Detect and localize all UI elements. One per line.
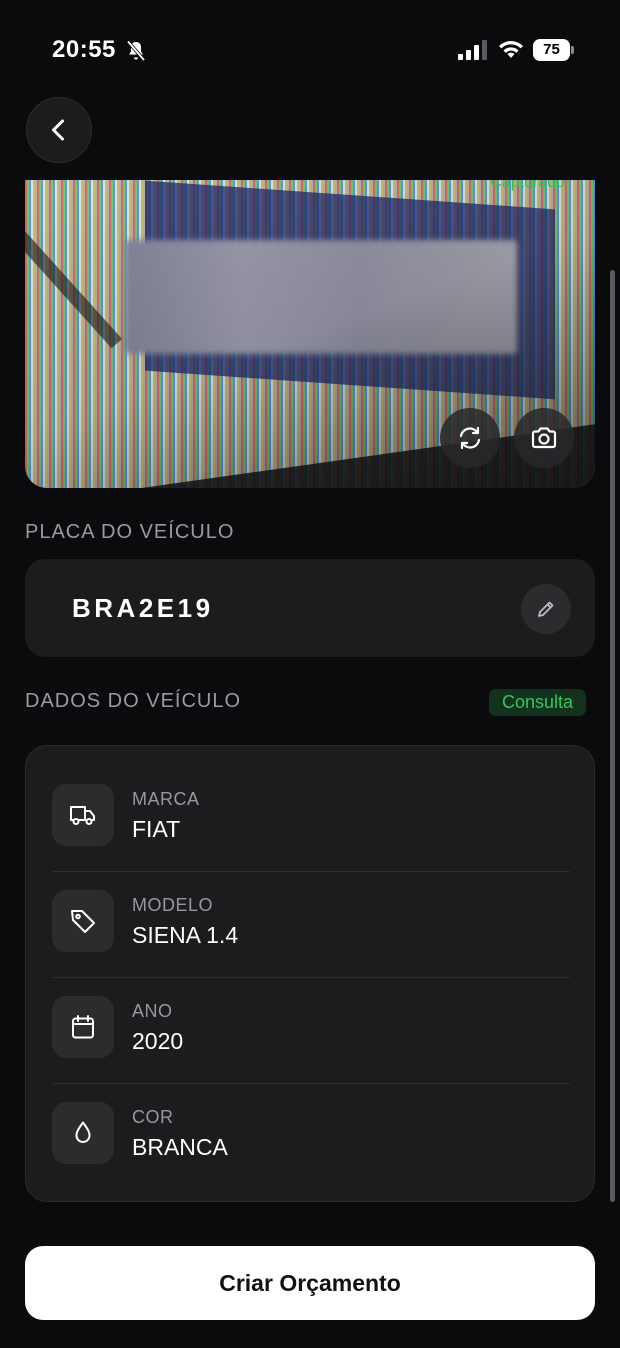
truck-icon <box>70 806 95 825</box>
battery-icon: 75 <box>533 39 575 61</box>
droplet-icon <box>75 1121 91 1143</box>
plate-card: BRA2E19 <box>25 559 595 657</box>
edit-plate-button[interactable] <box>521 584 571 634</box>
icon-box <box>52 890 114 952</box>
criar-orcamento-button[interactable]: Criar Orçamento <box>25 1246 595 1320</box>
modelo-label: MODELO <box>132 895 214 915</box>
consulta-badge: Consulta <box>489 689 587 716</box>
icon-box <box>52 1102 114 1164</box>
vehicle-section-label: DADOS DO VEÍCULO <box>25 690 242 712</box>
cor-label: COR <box>132 1107 174 1127</box>
icon-box <box>52 784 114 846</box>
captured-plate-photo: Capturado <box>25 180 595 488</box>
modelo-value: SIENA 1.4 <box>132 922 239 948</box>
data-row-marca: MARCA FIAT <box>26 746 596 852</box>
camera-button[interactable] <box>514 408 574 468</box>
pencil-icon <box>538 601 554 617</box>
photo-shade <box>25 180 595 488</box>
ano-label: ANO <box>132 1001 173 1021</box>
chevron-left-icon <box>52 119 64 141</box>
status-bar: 20:55 75 <box>0 0 620 100</box>
bell-slash-icon <box>126 40 146 62</box>
data-row-ano: ANO 2020 <box>26 958 596 1064</box>
camera-icon <box>531 427 557 449</box>
data-row-cor: COR BRANCA <box>26 1064 596 1170</box>
refresh-icon <box>459 426 481 450</box>
status-time: 20:55 <box>52 36 116 63</box>
marca-value: FIAT <box>132 816 181 842</box>
calendar-icon <box>72 1015 94 1039</box>
ano-value: 2020 <box>132 1028 184 1054</box>
scrollbar[interactable] <box>610 270 615 1202</box>
wifi-icon <box>499 41 523 58</box>
capture-label: Capturado <box>490 180 565 191</box>
retake-button[interactable] <box>440 408 500 468</box>
cor-value: BRANCA <box>132 1134 228 1160</box>
back-button[interactable] <box>26 97 92 163</box>
tag-icon <box>71 910 95 933</box>
signal-icon <box>458 40 487 60</box>
battery-tip <box>571 46 574 54</box>
icon-box <box>52 996 114 1058</box>
marca-label: MARCA <box>132 789 200 809</box>
battery-level: 75 <box>533 39 570 61</box>
plate-section-label: PLACA DO VEÍCULO <box>25 521 235 543</box>
plate-value: BRA2E19 <box>72 593 214 623</box>
data-row-modelo: MODELO SIENA 1.4 <box>26 852 596 958</box>
vehicle-data-card: MARCA FIAT MODELO SIENA 1.4 ANO 2020 COR… <box>25 745 595 1202</box>
